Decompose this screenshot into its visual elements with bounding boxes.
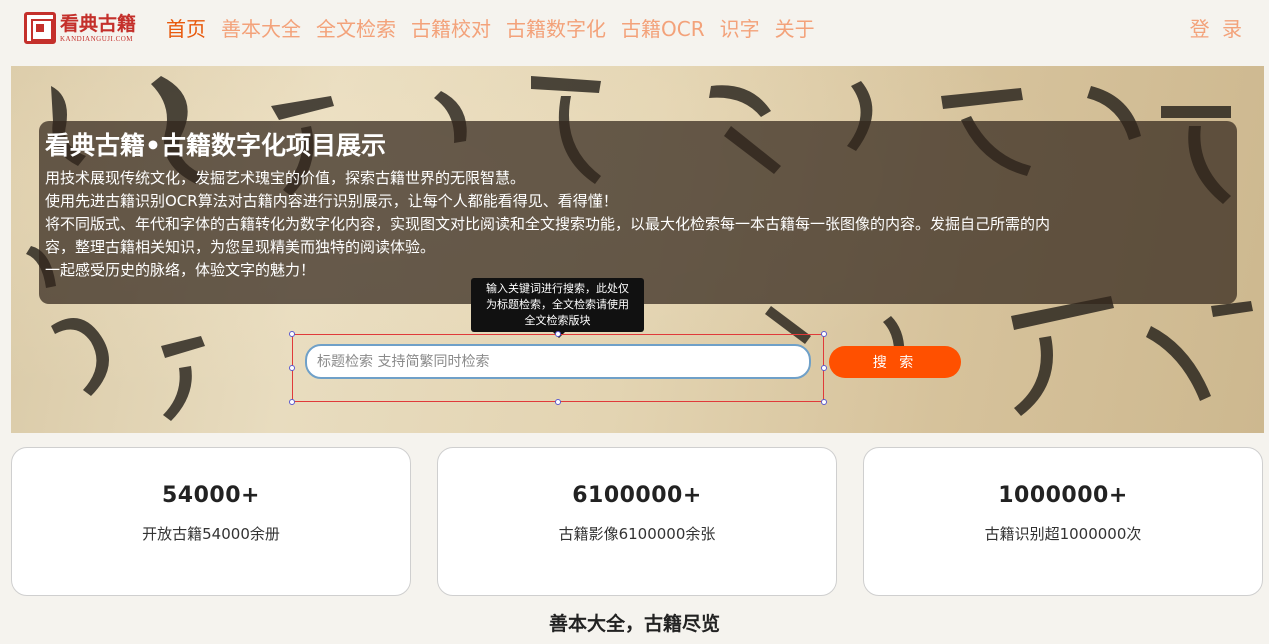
stat-number: 1000000+ [998,483,1128,508]
stat-description: 古籍影像6100000余张 [558,525,716,543]
stat-number: 6100000+ [572,483,702,508]
intro-line: 将不同版式、年代和字体的古籍转化为数字化内容，实现图文对比阅读和全文搜索功能，以… [45,215,1051,233]
resize-handle[interactable] [555,331,561,337]
resize-handle[interactable] [289,399,295,405]
stat-description: 古籍识别超1000000次 [984,525,1142,543]
stat-card-books: 54000+ 开放古籍54000余册 [11,447,411,596]
nav-item-digitization[interactable]: 古籍数字化 [506,16,606,42]
stat-number: 54000+ [162,483,260,508]
resize-handle[interactable] [821,365,827,371]
main-nav: 首页 善本大全 全文检索 古籍校对 古籍数字化 古籍OCR 识字 关于 [166,16,830,42]
nav-item-about[interactable]: 关于 [775,16,815,42]
stat-description: 开放古籍54000余册 [142,525,280,543]
top-header: 看典古籍 KANDIANGUJI.COM 首页 善本大全 全文检索 古籍校对 古… [0,0,1269,60]
title-search-input[interactable] [305,344,811,379]
search-button[interactable]: 搜 索 [829,346,961,378]
logo-seal-icon [24,12,56,44]
resize-handle[interactable] [289,365,295,371]
nav-item-ocr[interactable]: 古籍OCR [621,16,705,42]
stat-card-images: 6100000+ 古籍影像6100000余张 [437,447,837,596]
intro-line: 使用先进古籍识别OCR算法对古籍内容进行识别展示，让每个人都能看得见、看得懂！ [45,192,618,210]
nav-item-proofreading[interactable]: 古籍校对 [411,16,491,42]
logo-title: 看典古籍 [60,12,137,35]
intro-line: 容，整理古籍相关知识，为您呈现精美而独特的阅读体验。 [45,238,436,256]
intro-line: 用技术展现传统文化，发掘艺术瑰宝的价值，探索古籍世界的无限智慧。 [45,169,526,187]
logo-subtitle: KANDIANGUJI.COM [60,34,134,43]
login-link[interactable]: 登 录 [1190,16,1245,42]
hero-banner: 看典古籍•古籍数字化项目展示 用技术展现传统文化，发掘艺术瑰宝的价值，探索古籍世… [11,66,1264,433]
nav-item-rare-books[interactable]: 善本大全 [221,16,301,42]
stat-card-recognitions: 1000000+ 古籍识别超1000000次 [863,447,1263,596]
resize-handle[interactable] [555,399,561,405]
nav-item-character-recognition[interactable]: 识字 [720,16,760,42]
site-logo[interactable]: 看典古籍 KANDIANGUJI.COM [24,12,136,44]
intro-title: 看典古籍•古籍数字化项目展示 [45,131,386,160]
section-title: 善本大全，古籍尽览 [548,613,720,635]
nav-item-home[interactable]: 首页 [166,16,206,42]
resize-handle[interactable] [821,331,827,337]
intro-panel: 看典古籍•古籍数字化项目展示 用技术展现传统文化，发掘艺术瑰宝的价值，探索古籍世… [39,121,1237,304]
search-tooltip: 输入关键词进行搜索，此处仅 为标题检索，全文检索请使用 全文检索版块 [471,278,644,338]
resize-handle[interactable] [821,399,827,405]
nav-item-fulltext-search[interactable]: 全文检索 [316,16,396,42]
resize-handle[interactable] [289,331,295,337]
